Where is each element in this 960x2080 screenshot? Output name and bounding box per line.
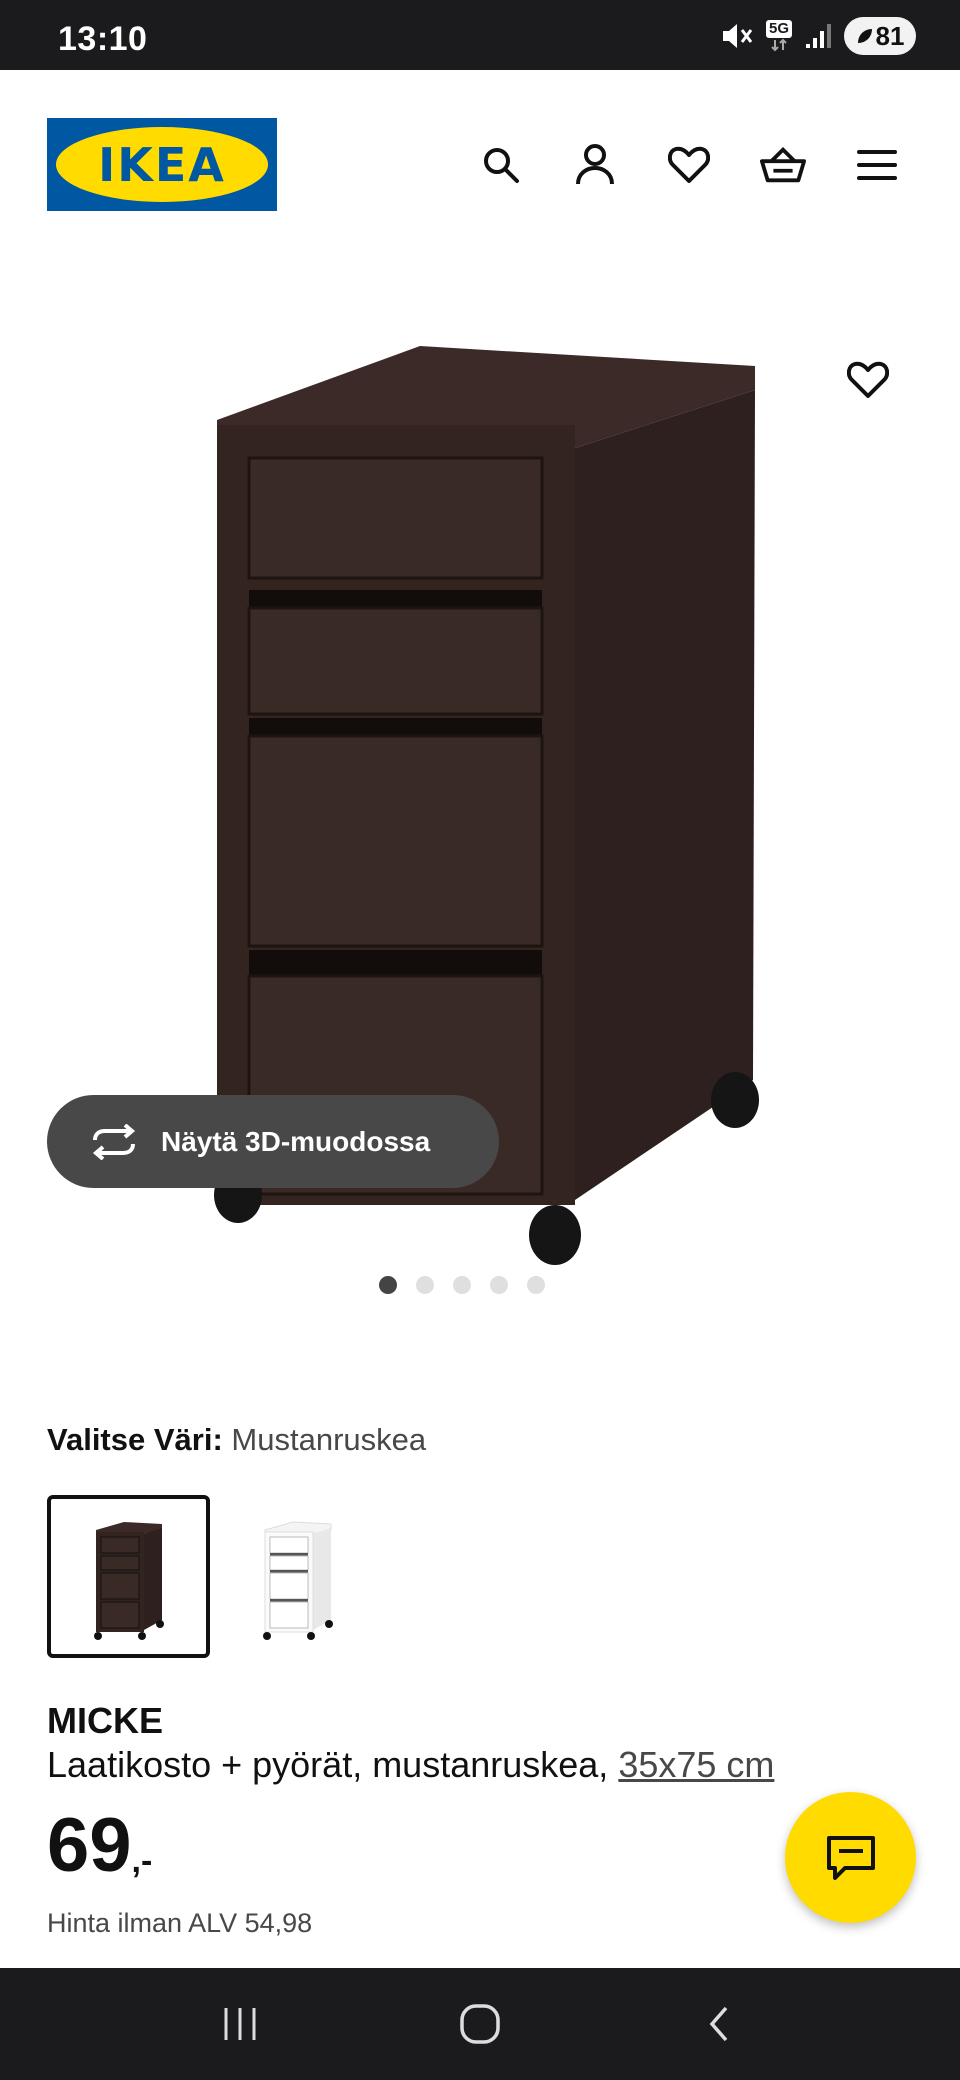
heart-icon[interactable] xyxy=(666,140,712,190)
chat-icon xyxy=(826,1835,875,1880)
battery-indicator: 81 xyxy=(844,17,916,55)
mute-icon xyxy=(720,20,754,52)
swatch-valkoinen[interactable] xyxy=(216,1495,379,1658)
system-navigation-bar xyxy=(0,1968,960,2080)
home-button[interactable] xyxy=(440,1984,520,2064)
product-description: Laatikosto + pyörät, mustanruskea, 35x75… xyxy=(47,1744,774,1786)
account-icon[interactable] xyxy=(572,140,618,190)
color-selector-heading: Valitse Väri: Mustanruskea xyxy=(47,1422,426,1458)
product-price: 69 ,- xyxy=(47,1808,152,1884)
price-suffix: ,- xyxy=(131,1842,153,1880)
ikea-logo[interactable]: IKEA xyxy=(47,118,277,211)
back-button[interactable] xyxy=(680,1984,760,2064)
search-icon[interactable] xyxy=(478,140,524,190)
product-gallery[interactable]: Näytä 3D-muodossa xyxy=(0,260,960,1300)
view-3d-label: Näytä 3D-muodossa xyxy=(161,1125,431,1157)
status-bar: 13:10 5G 81 xyxy=(0,0,960,70)
recent-apps-button[interactable] xyxy=(200,1984,280,2064)
site-header: IKEA xyxy=(0,70,960,260)
product-description-text: Laatikosto + pyörät, mustanruskea, xyxy=(47,1744,619,1785)
swatch-image-white xyxy=(262,1520,333,1640)
back-icon xyxy=(709,2006,728,2042)
recent-apps-icon xyxy=(224,2008,256,2040)
color-swatches xyxy=(47,1495,379,1658)
pagination-dot[interactable] xyxy=(527,1276,545,1294)
basket-icon[interactable] xyxy=(760,140,806,190)
gallery-pagination xyxy=(0,1276,960,1294)
menu-icon[interactable] xyxy=(854,140,900,190)
pagination-dot[interactable] xyxy=(490,1276,508,1294)
battery-level: 81 xyxy=(875,20,905,51)
home-icon xyxy=(460,2004,500,2044)
pagination-dot[interactable] xyxy=(416,1276,434,1294)
product-size-link[interactable]: 35x75 cm xyxy=(618,1744,774,1785)
pagination-dot[interactable] xyxy=(379,1276,397,1294)
logo-text: IKEA xyxy=(98,137,226,192)
rotate-icon xyxy=(92,1123,136,1160)
battery-saver-icon xyxy=(857,29,872,43)
heart-icon xyxy=(847,361,889,398)
status-time: 13:10 xyxy=(58,20,148,58)
color-value: Mustanruskea xyxy=(231,1422,427,1457)
add-to-wishlist-button[interactable] xyxy=(840,352,896,408)
header-actions xyxy=(478,140,900,190)
pagination-dot[interactable] xyxy=(453,1276,471,1294)
chat-button[interactable] xyxy=(785,1792,916,1923)
view-3d-button[interactable]: Näytä 3D-muodossa xyxy=(47,1095,499,1188)
price-integer: 69 xyxy=(47,1803,132,1888)
network-type-icon: 5G xyxy=(765,20,792,52)
product-name: MICKE xyxy=(47,1700,163,1741)
swatch-image-brown xyxy=(93,1521,164,1640)
price-without-vat: Hinta ilman ALV 54,98 xyxy=(47,1908,313,1938)
color-label: Valitse Väri: xyxy=(47,1422,223,1457)
status-icons: 5G 81 xyxy=(720,16,916,56)
signal-icon xyxy=(804,22,832,50)
swatch-mustanruskea[interactable] xyxy=(47,1495,210,1658)
